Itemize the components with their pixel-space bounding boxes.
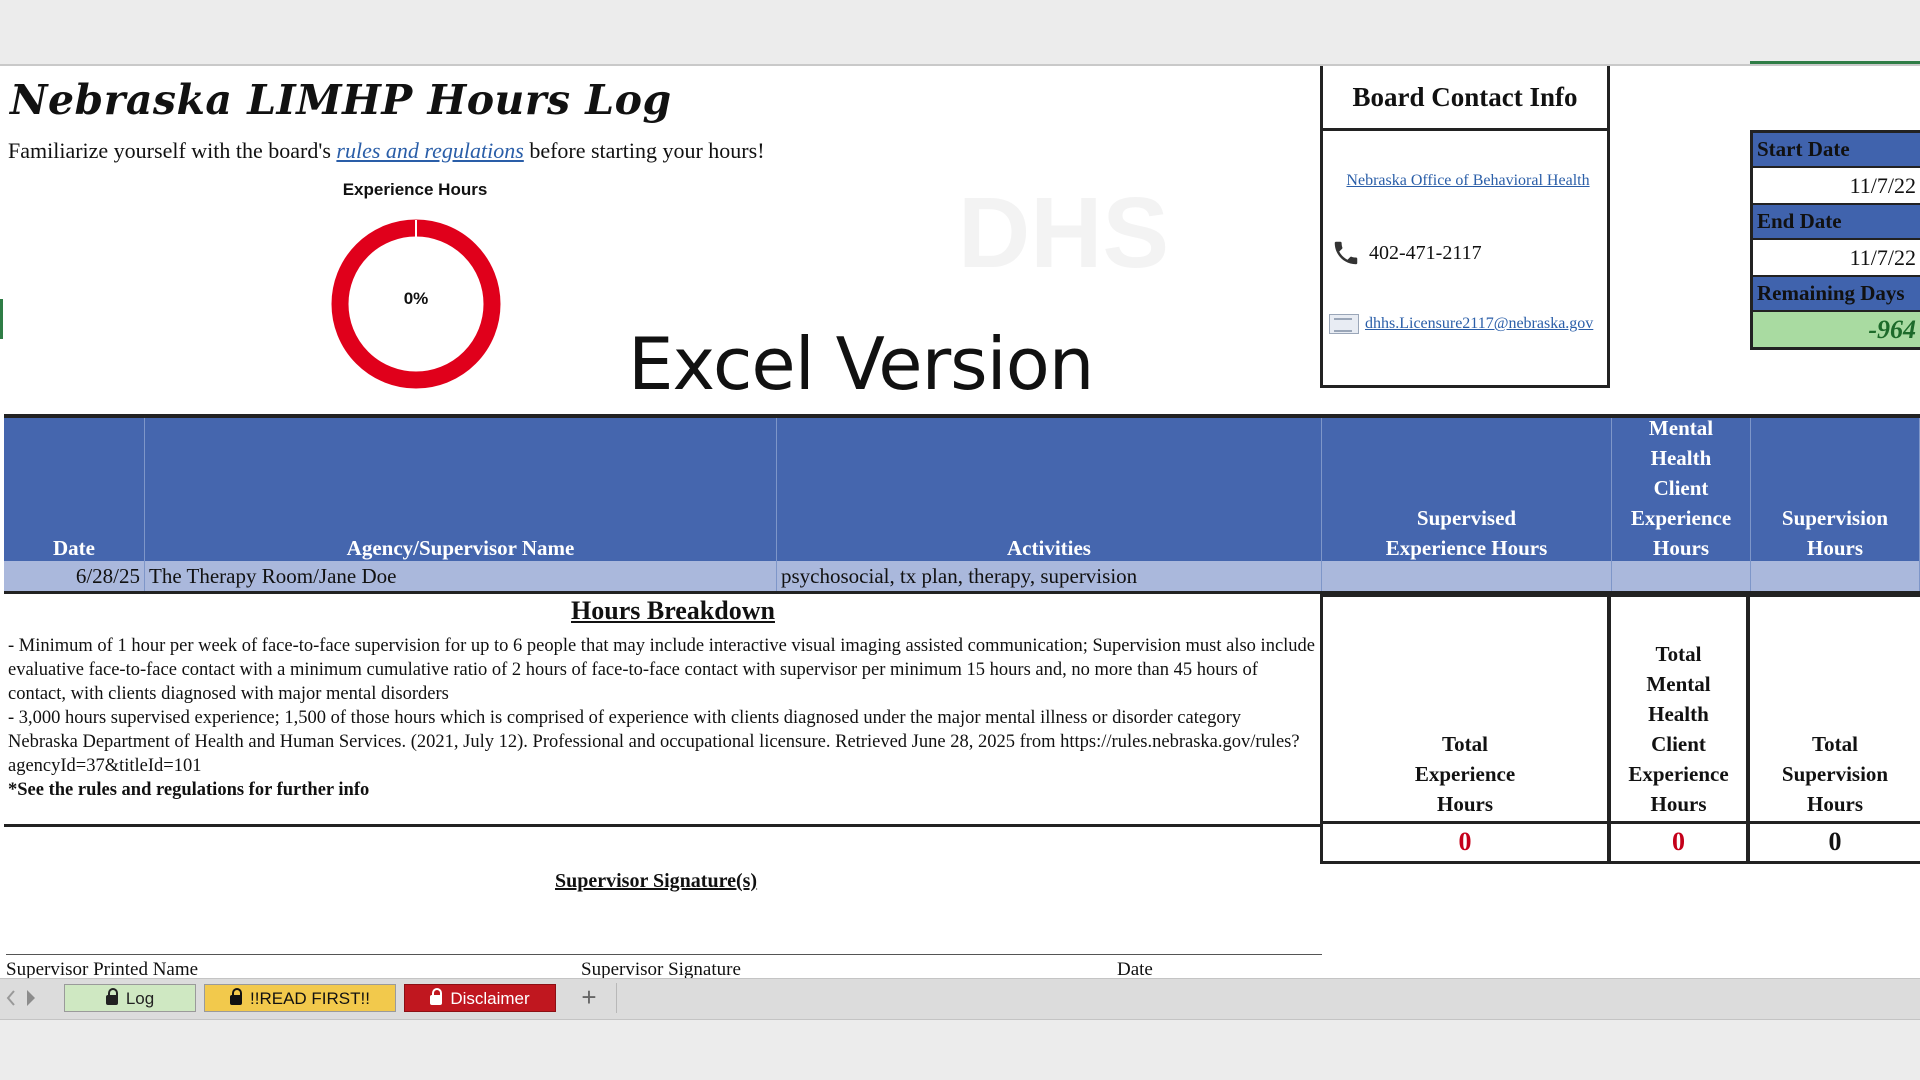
- tab-disclaimer-label: Disclaimer: [450, 989, 530, 1008]
- add-sheet-button[interactable]: +: [562, 984, 616, 1012]
- signature-title: Supervisor Signature(s): [555, 870, 758, 892]
- donut-percent-label: 0%: [403, 289, 429, 308]
- total-experience-value[interactable]: 0: [1320, 824, 1610, 864]
- signature-label: Supervisor Signature: [581, 959, 741, 980]
- dates-panel: Start Date 11/7/22 End Date 11/7/22 Rema…: [1750, 130, 1920, 350]
- intro-before: Familiarize yourself with the board's: [8, 138, 337, 163]
- tab-log-label: Log: [125, 989, 155, 1008]
- cell-activities[interactable]: psychosocial, tx plan, therapy, supervis…: [777, 561, 1322, 591]
- intro-after: before starting your hours!: [523, 138, 765, 163]
- phone-row: 402-471-2117: [1331, 238, 1482, 268]
- chart-title: Experience Hours: [342, 180, 488, 199]
- remaining-days-cell[interactable]: -964: [1753, 312, 1920, 347]
- cell-mental-health-hours[interactable]: [1612, 561, 1751, 591]
- header-agency[interactable]: Agency/Supervisor Name: [145, 418, 777, 565]
- breakdown-text: - Minimum of 1 hour per week of face-to-…: [8, 634, 1318, 802]
- cell-agency[interactable]: The Therapy Room/Jane Doe: [145, 561, 777, 591]
- header-activities[interactable]: Activities: [777, 418, 1322, 565]
- end-date-label: End Date: [1753, 205, 1920, 240]
- tab-divider: [616, 983, 617, 1013]
- signature-date-label: Date: [1117, 959, 1153, 980]
- breakdown-note: *See the rules and regulations for furth…: [8, 780, 370, 800]
- header-date[interactable]: Date: [4, 418, 145, 565]
- tab-log[interactable]: Log: [64, 984, 196, 1012]
- scroll-left-icon[interactable]: [6, 989, 16, 1007]
- start-date-cell[interactable]: 11/7/22: [1753, 168, 1920, 205]
- spreadsheet-area[interactable]: Nebraska LIMHP Hours Log Familiarize you…: [0, 64, 1920, 980]
- board-contact-box: Board Contact Info Nebraska Office of Be…: [1320, 66, 1610, 388]
- rules-link[interactable]: rules and regulations: [336, 138, 523, 163]
- signature-line: [6, 954, 1322, 955]
- office-link[interactable]: Nebraska Office of Behavioral Health: [1323, 172, 1613, 190]
- breakdown-title: Hours Breakdown: [571, 596, 775, 625]
- sheet-tab-bar: Log !!READ FIRST!! Disclaimer +: [0, 978, 1920, 1020]
- contact-title: Board Contact Info: [1323, 66, 1607, 131]
- lock-icon: [430, 988, 443, 1005]
- lock-icon: [230, 988, 243, 1005]
- total-mental-health-value[interactable]: 0: [1608, 824, 1749, 864]
- watermark-logo: DHS: [958, 177, 1170, 289]
- cell-supervised-hours[interactable]: [1322, 561, 1612, 591]
- row-selection-indicator: [0, 299, 3, 339]
- header-supervised-hours[interactable]: Supervised Experience Hours: [1322, 418, 1612, 565]
- breakdown-experience-rule: - 3,000 hours supervised experience; 1,5…: [8, 708, 1241, 728]
- email-icon: [1329, 314, 1359, 334]
- total-experience-label: Total Experience Hours: [1320, 594, 1610, 824]
- total-supervision-value[interactable]: 0: [1747, 824, 1920, 864]
- phone-icon: [1334, 241, 1358, 265]
- printed-name-label: Supervisor Printed Name: [6, 959, 199, 980]
- intro-text: Familiarize yourself with the board's ru…: [8, 138, 765, 164]
- cell-supervision-hours[interactable]: [1751, 561, 1920, 591]
- scroll-right-icon[interactable]: [26, 989, 36, 1007]
- tab-disclaimer[interactable]: Disclaimer: [404, 984, 556, 1012]
- tab-read-first[interactable]: !!READ FIRST!!: [204, 984, 396, 1012]
- total-mental-health-label: Total Mental Health Client Experience Ho…: [1608, 594, 1749, 824]
- lock-icon: [105, 988, 118, 1005]
- remaining-days-label: Remaining Days: [1753, 277, 1920, 312]
- tab-read-first-label: !!READ FIRST!!: [250, 989, 370, 1008]
- excel-version-label: Excel Version: [628, 322, 1094, 406]
- cell-date[interactable]: 6/28/25: [4, 561, 145, 591]
- hours-breakdown: Hours Breakdown - Minimum of 1 hour per …: [4, 594, 1322, 827]
- email-link[interactable]: dhhs.Licensure2117@nebraska.gov: [1365, 315, 1593, 333]
- total-supervision-label: Total Supervision Hours: [1747, 594, 1920, 824]
- table-header-row: Date Agency/Supervisor Name Activities S…: [4, 414, 1920, 565]
- header-mental-health-hours[interactable]: Mental Health Client Experience Hours: [1612, 416, 1751, 565]
- phone-number: 402-471-2117: [1369, 241, 1482, 264]
- breakdown-citation: Nebraska Department of Health and Human …: [8, 732, 1300, 776]
- end-date-cell[interactable]: 11/7/22: [1753, 240, 1920, 277]
- header-supervision-hours[interactable]: Supervision Hours: [1751, 418, 1920, 565]
- breakdown-supervision-rule: - Minimum of 1 hour per week of face-to-…: [8, 636, 1316, 704]
- table-row: 6/28/25 The Therapy Room/Jane Doe psycho…: [4, 561, 1920, 594]
- page-title: Nebraska LIMHP Hours Log: [10, 76, 672, 124]
- email-row: dhhs.Licensure2117@nebraska.gov: [1329, 314, 1593, 334]
- start-date-label: Start Date: [1753, 133, 1920, 168]
